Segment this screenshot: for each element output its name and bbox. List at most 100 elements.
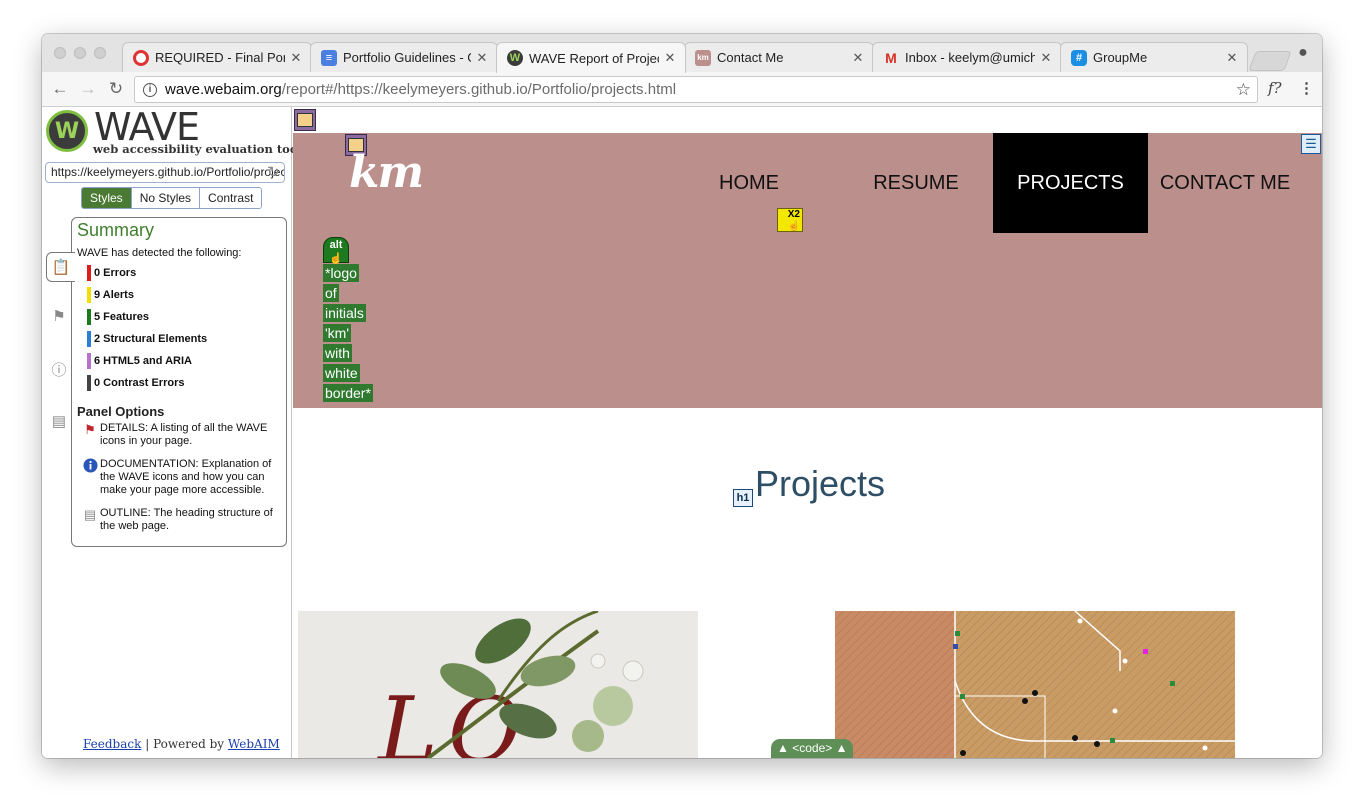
tab-title: WAVE Report of Projec [529, 50, 659, 66]
contrast-color-bar [87, 375, 91, 391]
wave-icon: W [507, 50, 523, 66]
bookmark-star-icon[interactable]: ☆ [1236, 80, 1251, 100]
refresh-icon[interactable]: ↻ [267, 163, 280, 181]
summary-item-label: 6 HTML5 and ARIA [94, 355, 192, 367]
gmail-icon: M [885, 49, 897, 66]
alt-text-word: border* [323, 384, 373, 402]
summary-item-label: 5 Features [94, 311, 150, 323]
styles-toggle[interactable]: Styles [82, 188, 131, 208]
browser-window: REQUIRED - Final Portf ✕ ≡ Portfolio Gui… [42, 34, 1322, 758]
webaim-link[interactable]: WebAIM [228, 737, 280, 751]
details-option[interactable]: ⚑ DETAILS: A listing of all the WAVE ico… [80, 422, 280, 448]
tab-strip: REQUIRED - Final Portf ✕ ≡ Portfolio Gui… [42, 34, 1322, 73]
alt-text-word: white [323, 364, 360, 382]
outline-tab-document-icon[interactable]: ▤ [47, 407, 71, 435]
reload-icon[interactable]: ↻ [105, 78, 127, 100]
contrast-errors-count[interactable]: 0 Contrast Errors [87, 375, 184, 391]
tab-portfolio-guidelines[interactable]: ≡ Portfolio Guidelines - G ✕ [310, 42, 498, 72]
alt-text-word: of [323, 284, 339, 302]
back-arrow-icon[interactable]: ← [49, 78, 71, 100]
tab-wave-report[interactable]: W WAVE Report of Projec ✕ [496, 42, 686, 73]
wave-alt-text-icon[interactable]: alt ☝ [323, 237, 349, 265]
nav-projects[interactable]: PROJECTS [993, 133, 1148, 233]
wave-logo-icon: W [46, 110, 88, 152]
html5-aria-count[interactable]: 6 HTML5 and ARIA [87, 353, 192, 369]
errors-color-bar [87, 265, 91, 281]
close-icon[interactable]: ✕ [289, 50, 303, 66]
view-toggle-group: Styles No Styles Contrast [81, 187, 263, 209]
tab-inbox[interactable]: M Inbox - keelym@umich. ✕ [872, 42, 1062, 72]
errors-count[interactable]: 0 Errors [87, 265, 136, 281]
alerts-color-bar [87, 287, 91, 303]
address-path: /report#/https://keelymeyers.github.io/P… [281, 81, 677, 98]
wave-sidebar: W WAVE web accessibility evaluation tool… [42, 105, 302, 758]
alt-icon-label: alt [329, 239, 343, 251]
km-favicon: km [695, 49, 711, 66]
wave-url-input[interactable]: https://keelymeyers.github.io/Portfolio/… [45, 162, 285, 183]
no-styles-toggle[interactable]: No Styles [130, 188, 200, 208]
close-icon[interactable]: ✕ [1039, 50, 1053, 66]
close-window-button[interactable] [54, 47, 66, 59]
google-docs-icon: ≡ [321, 49, 337, 66]
menu-dots-icon[interactable]: ⋮ [1299, 79, 1314, 97]
contrast-toggle[interactable]: Contrast [199, 188, 262, 208]
close-icon[interactable]: ✕ [663, 50, 677, 66]
flag-icon: ⚑ [84, 422, 96, 437]
wave-h1-icon[interactable]: h1 [733, 489, 753, 507]
new-tab-button[interactable] [1248, 51, 1292, 71]
alt-text-word: 'km' [323, 324, 352, 342]
features-count[interactable]: 5 Features [87, 309, 149, 325]
alerts-count[interactable]: 9 Alerts [87, 287, 134, 303]
wave-redundant-link-icon[interactable]: X2 ☝ [777, 208, 803, 232]
info-icon[interactable]: i [143, 82, 157, 97]
minimize-window-button[interactable] [74, 47, 86, 59]
features-color-bar [87, 309, 91, 325]
nav-resume[interactable]: RESUME [854, 133, 978, 233]
tab-required-final[interactable]: REQUIRED - Final Portf ✕ [122, 42, 312, 72]
close-icon[interactable]: ✕ [1225, 50, 1239, 66]
forward-arrow-icon[interactable]: → [77, 78, 99, 100]
summary-tab-clipboard-icon[interactable]: 📋 [46, 252, 75, 282]
redundant-link-label: X2 [787, 209, 800, 220]
extension-button[interactable]: f? [1268, 79, 1282, 97]
wave-html5-region-icon[interactable] [294, 109, 316, 131]
tab-contact-me[interactable]: km Contact Me ✕ [684, 42, 874, 72]
profile-icon[interactable]: ● [1294, 44, 1312, 62]
tab-title: Contact Me [717, 50, 784, 65]
zoom-window-button[interactable] [94, 47, 106, 59]
page-heading: Projects [755, 463, 886, 504]
wave-list-icon[interactable]: ☰ [1301, 134, 1321, 154]
structural-color-bar [87, 331, 91, 347]
browser-toolbar: ← → ↻ i wave.webaim.org/report#/https://… [42, 72, 1322, 107]
documentation-tab-info-icon[interactable]: ⓘ [47, 355, 71, 383]
address-host: wave.webaim.org [165, 81, 282, 98]
nav-contact-me[interactable]: CONTACT ME [1155, 133, 1295, 233]
tab-title: GroupMe [1093, 50, 1148, 65]
sidebar-footer: Feedback | Powered by WebAIM [83, 737, 280, 751]
summary-panel: Summary WAVE has detected the following:… [71, 217, 287, 547]
option-text: OUTLINE: The heading structure of the we… [100, 507, 273, 532]
feedback-link[interactable]: Feedback [83, 737, 141, 751]
svg-text:L: L [376, 678, 438, 758]
address-bar[interactable]: i wave.webaim.org/report#/https://keelym… [134, 76, 1258, 103]
site-logo[interactable]: km [349, 147, 424, 198]
outline-option[interactable]: ▤ OUTLINE: The heading structure of the … [80, 507, 280, 533]
alt-text-word: with [323, 344, 352, 362]
documentation-option[interactable]: DOCUMENTATION: Explanation of the WAVE i… [80, 458, 280, 497]
panel-options-title: Panel Options [77, 404, 165, 419]
tab-title: REQUIRED - Final Portf [155, 50, 285, 65]
summary-intro: WAVE has detected the following: [77, 247, 242, 259]
close-icon[interactable]: ✕ [475, 50, 489, 66]
details-tab-flag-icon[interactable]: ⚑ [47, 302, 71, 330]
option-text: DOCUMENTATION: Explanation of the WAVE i… [100, 458, 272, 496]
project-image-map[interactable] [835, 611, 1235, 758]
tab-title: Portfolio Guidelines - G [343, 50, 471, 65]
wave-code-toggle[interactable]: ▲ <code> ▲ [771, 739, 854, 758]
tab-groupme[interactable]: # GroupMe ✕ [1060, 42, 1248, 72]
structural-count[interactable]: 2 Structural Elements [87, 331, 207, 347]
close-icon[interactable]: ✕ [851, 50, 865, 66]
summary-item-label: 0 Contrast Errors [94, 377, 185, 389]
project-image-botanical[interactable]: L O [298, 611, 698, 758]
alt-text-word: initials [323, 304, 366, 322]
footer-separator: | [145, 737, 150, 751]
